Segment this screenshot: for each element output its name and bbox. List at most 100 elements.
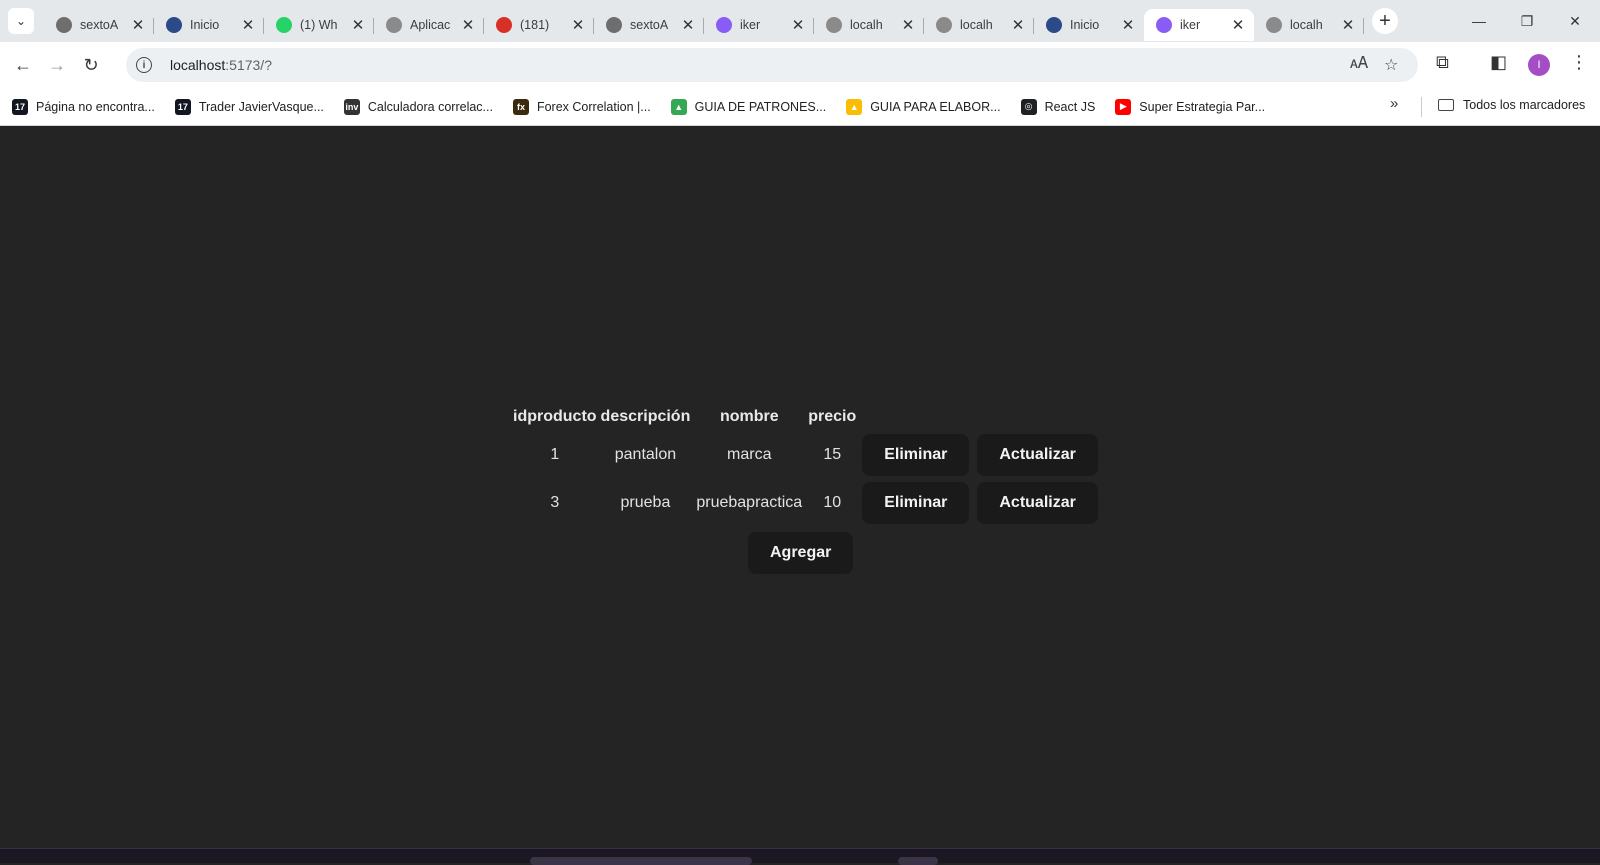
taskbar-search[interactable] <box>530 857 752 865</box>
side-panel-icon[interactable]: ◧ <box>1490 52 1507 73</box>
tab-title: localh <box>1290 18 1323 32</box>
update-button[interactable]: Actualizar <box>977 482 1098 524</box>
tab-title: localh <box>960 18 993 32</box>
tab-11[interactable]: iker ✕ <box>1144 9 1254 41</box>
close-tab-icon[interactable]: ✕ <box>1010 16 1026 34</box>
profile-avatar[interactable]: I <box>1528 54 1550 76</box>
tab-title: Aplicac <box>410 18 451 32</box>
tab-8[interactable]: localh ✕ <box>814 9 924 41</box>
tab-title: iker <box>740 18 761 32</box>
globe-icon: ◎ <box>1020 98 1037 115</box>
tradingview-icon: 17 <box>12 98 28 115</box>
reload-button[interactable]: ↻ <box>74 48 108 82</box>
close-tab-icon[interactable]: ✕ <box>1230 16 1246 34</box>
globe-icon <box>1266 17 1282 33</box>
bookmark-item[interactable]: inv Calculadora correlac... <box>343 98 493 115</box>
bookmark-label: Página no encontra... <box>36 99 155 114</box>
table-row: 1 pantalon marca 15 Eliminar Actualizar <box>512 432 1101 478</box>
tab-9[interactable]: localh ✕ <box>924 9 1034 41</box>
all-bookmarks-button[interactable]: Todos los marcadores <box>1438 98 1585 112</box>
tab-12[interactable]: localh ✕ <box>1254 9 1364 41</box>
bookmark-item[interactable]: 17 Trader JavierVasque... <box>174 98 324 115</box>
url-text[interactable]: localhost:5173/? <box>170 57 272 73</box>
close-tab-icon[interactable]: ✕ <box>570 16 586 34</box>
folder-icon <box>1438 99 1454 111</box>
minimize-button[interactable]: — <box>1456 0 1502 42</box>
tab-10[interactable]: Inicio ✕ <box>1034 9 1144 41</box>
header-nombre: nombre <box>719 408 779 425</box>
minimize-icon: — <box>1472 13 1486 29</box>
close-tab-icon[interactable]: ✕ <box>680 16 696 34</box>
bookmark-item[interactable]: ▲ GUIA PARA ELABOR... <box>846 98 1001 115</box>
close-tab-icon[interactable]: ✕ <box>240 16 256 34</box>
tab-title: sextoA <box>630 18 669 32</box>
globe-icon <box>826 17 842 33</box>
arrow-right-icon: → <box>48 54 66 75</box>
bookmark-item[interactable]: 17 Página no encontra... <box>12 98 155 115</box>
translate-icon[interactable]: 🗚 <box>1350 55 1368 73</box>
os-taskbar <box>0 848 1600 865</box>
address-bar[interactable]: i localhost:5173/? 🗚 ☆ <box>126 48 1418 82</box>
reload-icon: ↻ <box>83 54 99 75</box>
add-button[interactable]: Agregar <box>748 532 854 574</box>
fx-icon: fx <box>512 98 529 115</box>
drive-icon: ▲ <box>846 98 863 115</box>
taskbar-app[interactable] <box>898 857 938 865</box>
mountain-icon <box>1046 17 1062 33</box>
tab-title: sextoA <box>80 18 119 32</box>
tab-4[interactable]: Aplicac ✕ <box>374 9 484 41</box>
new-tab-button[interactable]: + <box>1372 8 1398 34</box>
tab-title: localh <box>850 18 883 32</box>
investing-icon: inv <box>343 98 360 115</box>
bookmark-item[interactable]: fx Forex Correlation |... <box>512 98 651 115</box>
tab-title: (1) Wh <box>300 18 338 32</box>
back-button[interactable]: ← <box>6 48 40 82</box>
tab-3[interactable]: (1) Wh ✕ <box>264 9 374 41</box>
close-tab-icon[interactable]: ✕ <box>790 16 806 34</box>
vite-icon <box>716 17 732 33</box>
menu-icon[interactable]: ⋮ <box>1570 52 1588 73</box>
close-tab-icon[interactable]: ✕ <box>460 16 476 34</box>
delete-button[interactable]: Eliminar <box>862 482 970 524</box>
extensions-icon[interactable]: ⧉ <box>1436 52 1449 73</box>
table-row: 3 prueba pruebapractica 10 Eliminar Actu… <box>512 480 1101 526</box>
bookmark-label: Super Estrategia Par... <box>1139 99 1266 114</box>
bookmarks-divider <box>1421 97 1422 117</box>
drive-icon: ▲ <box>670 98 687 115</box>
cell-descripcion: pantalon <box>614 446 677 463</box>
bookmark-item[interactable]: ▶ Super Estrategia Par... <box>1115 98 1266 115</box>
tab-2[interactable]: Inicio ✕ <box>154 9 264 41</box>
header-idproducto: idproducto <box>513 408 597 425</box>
tab-search-button[interactable]: ⌄ <box>8 8 34 34</box>
site-info-icon[interactable]: i <box>136 57 152 73</box>
cell-precio: 10 <box>823 494 842 511</box>
close-tab-icon[interactable]: ✕ <box>350 16 366 34</box>
github-icon <box>56 17 72 33</box>
bookmark-label: GUIA DE PATRONES... <box>694 99 827 114</box>
tradingview-icon: 17 <box>174 98 191 115</box>
more-bookmarks-icon[interactable]: » <box>1390 95 1398 112</box>
close-tab-icon[interactable]: ✕ <box>130 16 146 34</box>
bookmark-item[interactable]: ◎ React JS <box>1020 98 1095 115</box>
mountain-icon <box>166 17 182 33</box>
cell-idproducto: 1 <box>550 446 560 463</box>
tab-7[interactable]: iker ✕ <box>704 9 814 41</box>
star-icon[interactable]: ☆ <box>1384 55 1398 75</box>
forward-button[interactable]: → <box>40 48 74 82</box>
delete-button[interactable]: Eliminar <box>862 434 970 476</box>
bookmarks-bar: 17 Página no encontra... 17 Trader JavierVa… <box>0 88 1600 126</box>
products-table: idproducto descripción nombre precio 1 p… <box>510 402 1103 528</box>
bookmark-list: 17 Página no encontra... 17 Trader JavierVa… <box>0 98 1266 115</box>
restore-button[interactable]: ❐ <box>1504 0 1550 42</box>
tab-6[interactable]: sextoA ✕ <box>594 9 704 41</box>
bookmark-item[interactable]: ▲ GUIA DE PATRONES... <box>670 98 827 115</box>
update-button[interactable]: Actualizar <box>977 434 1098 476</box>
table-header-row: idproducto descripción nombre precio <box>512 404 1101 430</box>
close-window-button[interactable]: ✕ <box>1552 0 1598 42</box>
header-actions-2 <box>974 404 1100 430</box>
tab-1[interactable]: sextoA ✕ <box>44 9 154 41</box>
close-tab-icon[interactable]: ✕ <box>900 16 916 34</box>
close-tab-icon[interactable]: ✕ <box>1340 16 1356 34</box>
close-tab-icon[interactable]: ✕ <box>1120 16 1136 34</box>
tab-5[interactable]: (181) ✕ <box>484 9 594 41</box>
